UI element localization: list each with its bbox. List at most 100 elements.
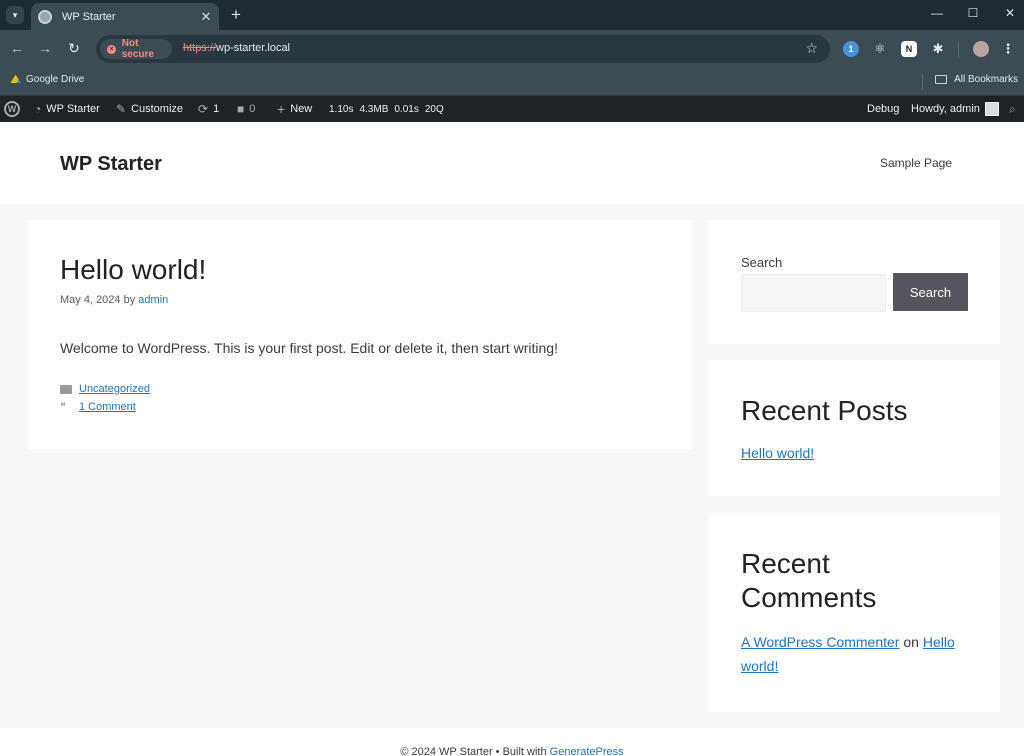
- post-comments: ❝ 1 Comment: [60, 401, 136, 413]
- post-author-link[interactable]: admin: [138, 294, 168, 306]
- perf-time: 1.10s: [329, 103, 354, 115]
- password-manager-icon[interactable]: 1: [843, 41, 859, 57]
- comment-post-link-line2[interactable]: world!: [741, 658, 778, 674]
- security-chip[interactable]: × Not secure: [100, 38, 172, 60]
- customize-label: Customize: [131, 103, 184, 115]
- comment-on-text: on: [903, 634, 919, 650]
- post-meta: May 4, 2024 by admin: [60, 294, 168, 306]
- minimize-icon[interactable]: —: [927, 6, 947, 20]
- query-monitor-stats[interactable]: 1.10s 4.3MB 0.01s 20Q: [329, 96, 444, 122]
- search-input[interactable]: [741, 274, 886, 312]
- perf-query-time: 0.01s: [394, 103, 419, 115]
- category-link[interactable]: Uncategorized: [79, 383, 150, 395]
- admin-bar-debug[interactable]: Debug: [867, 96, 899, 122]
- maximize-icon[interactable]: ☐: [963, 6, 983, 20]
- updates-icon: ⟳: [198, 102, 209, 116]
- comments-link[interactable]: 1 Comment: [79, 401, 136, 413]
- recent-post-link[interactable]: Hello world!: [741, 445, 814, 461]
- wp-admin-bar: W ◔ WP Starter ✎ Customize ⟳ 1 ■ 0 + New…: [0, 96, 1024, 122]
- paintbrush-icon: ✎: [116, 102, 127, 116]
- folder-icon: [935, 75, 948, 84]
- new-label: New: [290, 103, 313, 115]
- admin-bar-updates[interactable]: ⟳ 1: [198, 96, 219, 122]
- tab-search-chevron-icon[interactable]: ▾: [6, 6, 24, 24]
- post-content: Welcome to WordPress. This is your first…: [60, 340, 558, 356]
- recent-posts-title: Recent Posts: [741, 395, 908, 426]
- address-bar[interactable]: × Not secure https://wp-starter.local ☆: [96, 35, 830, 63]
- comments-count: 0: [249, 103, 256, 115]
- admin-bar-search[interactable]: ⌕: [1009, 96, 1016, 122]
- warning-icon: ×: [107, 44, 116, 54]
- post-title[interactable]: Hello world!: [60, 254, 206, 286]
- wp-logo-menu[interactable]: W: [4, 96, 20, 122]
- post-by: by: [123, 294, 136, 306]
- browser-tab[interactable]: WP Starter ✕: [31, 3, 219, 30]
- comment-author-link[interactable]: A WordPress Commenter: [741, 634, 899, 650]
- react-devtools-icon[interactable]: ⚛: [872, 41, 888, 57]
- google-drive-icon: [10, 74, 21, 83]
- new-tab-icon[interactable]: +: [228, 5, 244, 25]
- admin-bar-account[interactable]: Howdy, admin: [911, 96, 999, 122]
- admin-bar-comments[interactable]: ■ 0: [237, 96, 255, 122]
- bookmark-google-drive[interactable]: Google Drive: [10, 74, 84, 85]
- close-tab-icon[interactable]: ✕: [197, 9, 215, 25]
- reload-icon[interactable]: ↻: [65, 40, 83, 57]
- notion-icon[interactable]: N: [901, 41, 917, 57]
- debug-label: Debug: [867, 103, 900, 115]
- recent-comments-title: Recent Comments: [741, 547, 876, 615]
- footer-text: © 2024 WP Starter • Built with GenerateP…: [0, 746, 1024, 756]
- wordpress-logo-icon: W: [4, 101, 20, 117]
- browser-tabstrip: ▾ WP Starter ✕ + — ☐ ✕: [0, 0, 1024, 30]
- site-header: WP Starter Sample Page: [0, 122, 1024, 204]
- all-bookmarks-label: All Bookmarks: [954, 74, 1018, 85]
- user-avatar: [984, 102, 999, 116]
- search-button[interactable]: Search: [893, 273, 968, 311]
- tab-title: WP Starter: [62, 10, 116, 23]
- dashboard-gauge-icon: ◔: [34, 102, 42, 116]
- recent-comments-title-line2: Comments: [741, 582, 877, 613]
- perf-queries: 20Q: [424, 103, 444, 115]
- folder-icon: [60, 384, 72, 394]
- bookmarks-bar: Google Drive All Bookmarks: [0, 68, 1024, 96]
- post-article: Hello world! May 4, 2024 by admin Welcom…: [28, 220, 692, 449]
- extensions-puzzle-icon[interactable]: ✱: [930, 41, 946, 57]
- footer-builder-link[interactable]: GeneratePress: [550, 746, 624, 756]
- search-widget: Search Search: [708, 220, 1000, 344]
- post-date: May 4, 2024: [60, 294, 121, 306]
- globe-icon: [38, 9, 52, 24]
- recent-comments-title-line1: Recent: [741, 548, 830, 579]
- toolbar-divider: [958, 42, 959, 58]
- post-category: Uncategorized: [60, 383, 150, 395]
- howdy-label: Howdy, admin: [911, 103, 980, 115]
- comment-post-link-line1[interactable]: Hello: [923, 634, 955, 650]
- recent-posts-widget: Recent Posts Hello world!: [708, 360, 1000, 496]
- admin-bar-new[interactable]: + New: [277, 96, 312, 122]
- url-text[interactable]: https://wp-starter.local: [183, 42, 290, 54]
- bookmark-label: Google Drive: [26, 74, 85, 85]
- back-icon[interactable]: ←: [8, 40, 26, 56]
- recent-comment-item: A WordPress Commenter on Hello world!: [741, 630, 971, 678]
- search-icon: ⌕: [1009, 101, 1016, 116]
- security-label: Not secure: [121, 38, 154, 60]
- forward-icon[interactable]: →: [36, 40, 54, 56]
- url-protocol: https://: [183, 42, 217, 54]
- footer-copyright: © 2024 WP Starter • Built with: [400, 746, 550, 756]
- browser-menu-icon[interactable]: ⋮: [1000, 41, 1016, 57]
- recent-comments-widget: Recent Comments A WordPress Commenter on…: [708, 513, 1000, 712]
- updates-count: 1: [213, 103, 220, 115]
- bookmark-star-icon[interactable]: ☆: [805, 40, 818, 57]
- admin-bar-site-name[interactable]: ◔ WP Starter: [34, 96, 100, 122]
- url-host: wp-starter.local: [216, 42, 291, 54]
- nav-item-sample-page[interactable]: Sample Page: [880, 156, 952, 170]
- site-name-label: WP Starter: [46, 103, 100, 115]
- window-close-icon[interactable]: ✕: [1000, 6, 1020, 20]
- browser-toolbar: ← → ↻ × Not secure https://wp-starter.lo…: [0, 30, 1024, 68]
- profile-avatar-icon[interactable]: [973, 41, 989, 57]
- site-footer: © 2024 WP Starter • Built with GenerateP…: [0, 728, 1024, 756]
- site-title[interactable]: WP Starter: [60, 153, 162, 176]
- all-bookmarks-button[interactable]: All Bookmarks: [935, 74, 1018, 85]
- admin-bar-customize[interactable]: ✎ Customize: [116, 96, 183, 122]
- perf-memory: 4.3MB: [359, 103, 389, 115]
- recent-post-item: Hello world!: [741, 441, 814, 465]
- comment-bubble-icon: ■: [237, 102, 245, 116]
